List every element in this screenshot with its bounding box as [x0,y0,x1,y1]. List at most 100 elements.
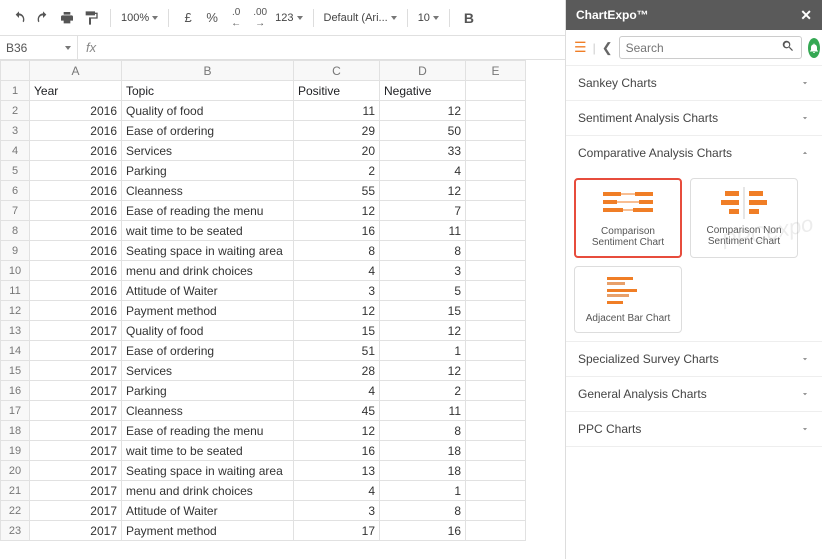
cell[interactable]: 12 [380,361,466,381]
cell[interactable]: 16 [294,221,380,241]
cell[interactable]: Payment method [122,521,294,541]
cell[interactable]: Seating space in waiting area [122,461,294,481]
print-icon[interactable] [58,9,76,27]
cell[interactable]: 2017 [30,341,122,361]
column-header-E[interactable]: E [466,61,526,81]
cell[interactable]: menu and drink choices [122,481,294,501]
decrease-decimal-icon[interactable]: .0← [227,9,245,27]
cell[interactable] [466,121,526,141]
cell[interactable]: 2017 [30,481,122,501]
cell[interactable]: 2 [380,381,466,401]
cell[interactable]: Ease of ordering [122,121,294,141]
cell[interactable]: Negative [380,81,466,101]
cell[interactable]: Parking [122,381,294,401]
cell[interactable]: 3 [380,261,466,281]
percent-icon[interactable]: % [203,9,221,27]
search-input[interactable] [626,41,781,55]
row-header-11[interactable]: 11 [1,281,30,301]
cell[interactable] [466,361,526,381]
row-header-9[interactable]: 9 [1,241,30,261]
row-header-14[interactable]: 14 [1,341,30,361]
cell[interactable]: 2017 [30,501,122,521]
row-header-1[interactable]: 1 [1,81,30,101]
cell[interactable]: 15 [294,321,380,341]
cell[interactable] [466,221,526,241]
cell[interactable]: 33 [380,141,466,161]
column-header-B[interactable]: B [122,61,294,81]
undo-icon[interactable] [10,9,28,27]
font-size-dropdown[interactable]: 10 [418,12,439,24]
row-header-17[interactable]: 17 [1,401,30,421]
cell[interactable]: 11 [380,221,466,241]
bold-button[interactable]: B [460,9,478,27]
cell[interactable]: 2016 [30,141,122,161]
cell[interactable]: 2016 [30,121,122,141]
spreadsheet-grid[interactable]: ABCDE1YearTopicPositiveNegative22016Qual… [0,60,565,559]
row-header-23[interactable]: 23 [1,521,30,541]
cell[interactable] [466,101,526,121]
row-header-12[interactable]: 12 [1,301,30,321]
row-header-15[interactable]: 15 [1,361,30,381]
notification-icon[interactable] [808,38,820,58]
cell[interactable]: Attitude of Waiter [122,501,294,521]
cell[interactable]: 12 [294,201,380,221]
accordion-sentiment-analysis-charts[interactable]: Sentiment Analysis Charts [566,101,822,135]
back-icon[interactable]: ❮ [602,40,613,56]
cell[interactable]: Ease of reading the menu [122,421,294,441]
cell[interactable]: 12 [380,321,466,341]
column-header-C[interactable]: C [294,61,380,81]
cell[interactable]: 2017 [30,421,122,441]
cell[interactable]: 2016 [30,181,122,201]
cell[interactable]: 8 [294,241,380,261]
cell[interactable]: 2016 [30,241,122,261]
cell[interactable]: 1 [380,481,466,501]
cell[interactable]: 2017 [30,441,122,461]
cell[interactable]: Positive [294,81,380,101]
cell[interactable]: 17 [294,521,380,541]
accordion-specialized-survey-charts[interactable]: Specialized Survey Charts [566,342,822,376]
cell[interactable] [466,341,526,361]
cell[interactable]: Attitude of Waiter [122,281,294,301]
row-header-8[interactable]: 8 [1,221,30,241]
cell[interactable]: Seating space in waiting area [122,241,294,261]
row-header-20[interactable]: 20 [1,461,30,481]
cell[interactable]: 5 [380,281,466,301]
cell[interactable]: Services [122,361,294,381]
cell[interactable]: Topic [122,81,294,101]
cell[interactable] [466,321,526,341]
chart-card-comparison-sentiment-chart[interactable]: Comparison Sentiment Chart [574,178,682,258]
cell[interactable]: 15 [380,301,466,321]
cell[interactable]: Cleanness [122,401,294,421]
cell[interactable] [466,441,526,461]
row-header-18[interactable]: 18 [1,421,30,441]
cell[interactable]: 12 [294,301,380,321]
column-header-A[interactable]: A [30,61,122,81]
cell[interactable]: 20 [294,141,380,161]
cell[interactable] [466,381,526,401]
row-header-5[interactable]: 5 [1,161,30,181]
row-header-2[interactable]: 2 [1,101,30,121]
cell[interactable]: 11 [294,101,380,121]
row-header-10[interactable]: 10 [1,261,30,281]
cell[interactable]: 2016 [30,221,122,241]
cell[interactable]: menu and drink choices [122,261,294,281]
row-header-21[interactable]: 21 [1,481,30,501]
row-header-7[interactable]: 7 [1,201,30,221]
number-format-dropdown[interactable]: 123 [275,12,302,24]
currency-icon[interactable]: £ [179,9,197,27]
font-dropdown[interactable]: Default (Ari... [324,12,397,24]
cell[interactable] [466,521,526,541]
increase-decimal-icon[interactable]: .00→ [251,9,269,27]
cell[interactable]: 2017 [30,381,122,401]
cell[interactable]: 2017 [30,521,122,541]
cell[interactable]: 12 [294,421,380,441]
cell[interactable]: 45 [294,401,380,421]
accordion-ppc-charts[interactable]: PPC Charts [566,412,822,446]
row-header-13[interactable]: 13 [1,321,30,341]
cell[interactable]: 12 [380,181,466,201]
cell[interactable]: 18 [380,461,466,481]
cell[interactable] [466,421,526,441]
cell[interactable]: 12 [380,101,466,121]
close-icon[interactable]: ✕ [800,7,812,24]
cell[interactable] [466,501,526,521]
